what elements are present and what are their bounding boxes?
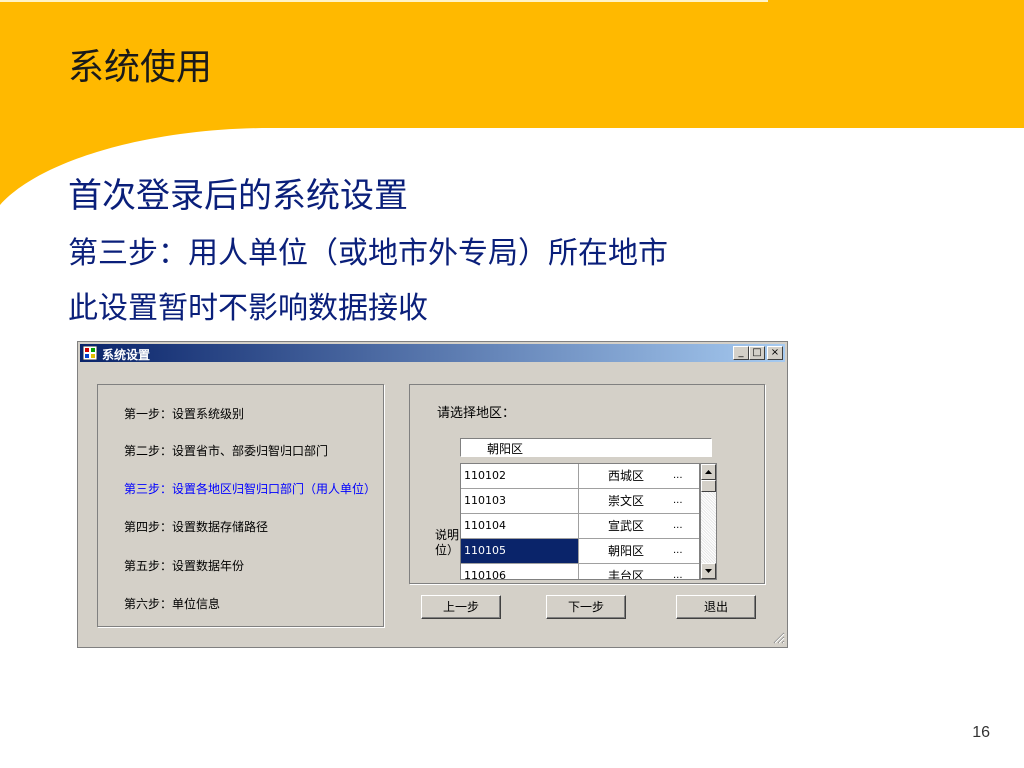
step-2: 第二步：设置省市、部委归智归口部门 (124, 444, 329, 458)
next-step-button[interactable]: 下一步 (546, 595, 626, 619)
grid-row[interactable]: 110104 宣武区 ... (461, 514, 699, 539)
slide-title: 系统使用 (68, 47, 213, 88)
step-description: 第三步：用人单位（或地市外专局）所在地市 (68, 236, 668, 271)
region-prompt: 请选择地区： (437, 406, 516, 421)
grid-ellipsis-cell[interactable]: ... (673, 464, 683, 488)
grid-ellipsis-cell[interactable]: ... (673, 489, 683, 513)
region-input-value: 朝阳区 (487, 442, 524, 456)
app-icon (83, 346, 97, 360)
page-number: 16 (972, 724, 990, 741)
scroll-thumb[interactable] (701, 480, 716, 492)
step-3-current: 第三步：设置各地区归智归口部门（用人单位） (124, 482, 377, 496)
arrow-down-icon (705, 569, 712, 573)
grid-name-cell[interactable]: 崇文区 (608, 489, 644, 513)
steps-panel: 第一步：设置系统级别 第二步：设置省市、部委归智归口部门 第三步：设置各地区归智… (97, 384, 384, 627)
grid-name-cell[interactable]: 宣武区 (608, 514, 644, 538)
resize-grip-icon[interactable] (771, 630, 785, 644)
region-grid[interactable]: 110102 西城区 ... 110103 崇文区 ... 110104 宣武区… (460, 463, 700, 580)
grid-code-cell[interactable]: 110106 (461, 564, 579, 579)
region-input[interactable]: 朝阳区 (460, 438, 712, 457)
dialog-title: 系统设置 (102, 348, 151, 362)
partial-note-text: 说明 位） (435, 528, 460, 557)
close-button[interactable]: × (767, 346, 783, 360)
grid-code-cell[interactable]: 110102 (461, 464, 579, 488)
grid-code-cell[interactable]: 110104 (461, 514, 579, 538)
dialog-titlebar[interactable]: 系统设置 _ □ × (80, 344, 785, 362)
settings-dialog: 系统设置 _ □ × 第一步：设置系统级别 第二步：设置省市、部委归智归口部门 … (77, 341, 788, 648)
grid-ellipsis-cell[interactable]: ... (673, 564, 683, 579)
grid-ellipsis-cell[interactable]: ... (673, 539, 683, 563)
scroll-down-button[interactable] (701, 563, 716, 579)
grid-name-cell[interactable]: 西城区 (608, 464, 644, 488)
note-text: 此设置暂时不影响数据接收 (68, 291, 428, 326)
exit-button[interactable]: 退出 (676, 595, 756, 619)
step-1: 第一步：设置系统级别 (124, 407, 245, 421)
maximize-button[interactable]: □ (749, 346, 765, 360)
step-5: 第五步：设置数据年份 (124, 559, 245, 573)
section-heading: 首次登录后的系统设置 (68, 176, 408, 216)
grid-row[interactable]: 110106 丰台区 ... (461, 564, 699, 579)
grid-code-cell[interactable]: 110105 (461, 539, 579, 563)
scroll-up-button[interactable] (701, 464, 716, 480)
minimize-button[interactable]: _ (733, 346, 749, 360)
grid-row-selected[interactable]: 110105 朝阳区 ... (461, 539, 699, 564)
step-6: 第六步：单位信息 (124, 597, 221, 611)
grid-code-cell[interactable]: 110103 (461, 489, 579, 513)
grid-name-cell[interactable]: 丰台区 (608, 564, 644, 579)
grid-row[interactable]: 110103 崇文区 ... (461, 489, 699, 514)
grid-scrollbar[interactable] (700, 463, 717, 580)
prev-step-button[interactable]: 上一步 (421, 595, 501, 619)
grid-name-cell[interactable]: 朝阳区 (608, 539, 644, 563)
grid-row[interactable]: 110102 西城区 ... (461, 464, 699, 489)
arrow-up-icon (705, 470, 712, 474)
step-4: 第四步：设置数据存储路径 (124, 520, 269, 534)
grid-ellipsis-cell[interactable]: ... (673, 514, 683, 538)
